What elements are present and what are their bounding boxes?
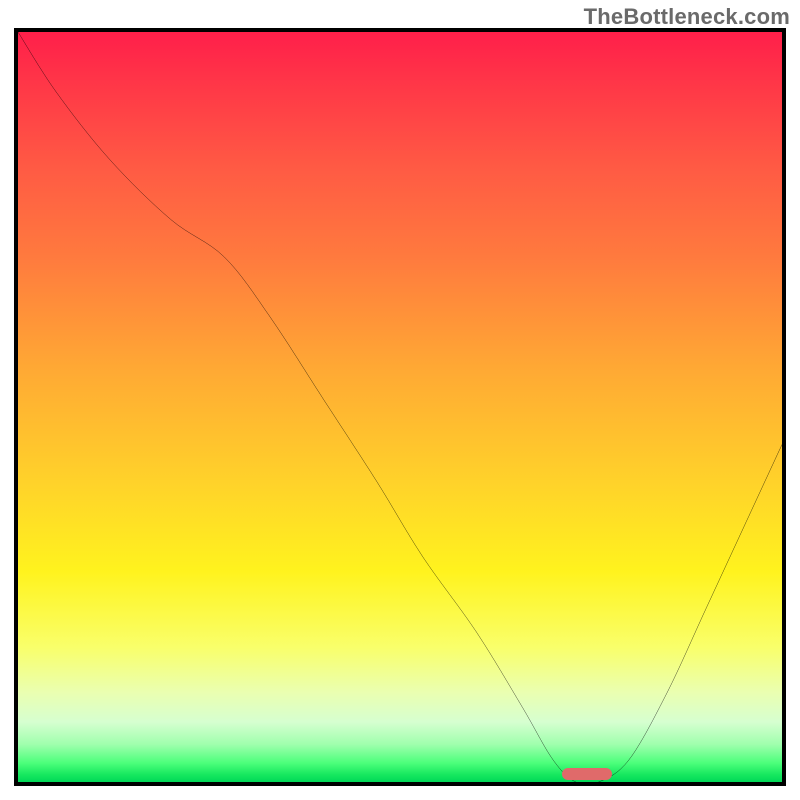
optimum-marker bbox=[562, 768, 612, 780]
bottleneck-curve bbox=[18, 32, 782, 782]
plot-area bbox=[14, 28, 786, 786]
watermark-text: TheBottleneck.com bbox=[584, 4, 790, 30]
chart-container: TheBottleneck.com bbox=[0, 0, 800, 800]
